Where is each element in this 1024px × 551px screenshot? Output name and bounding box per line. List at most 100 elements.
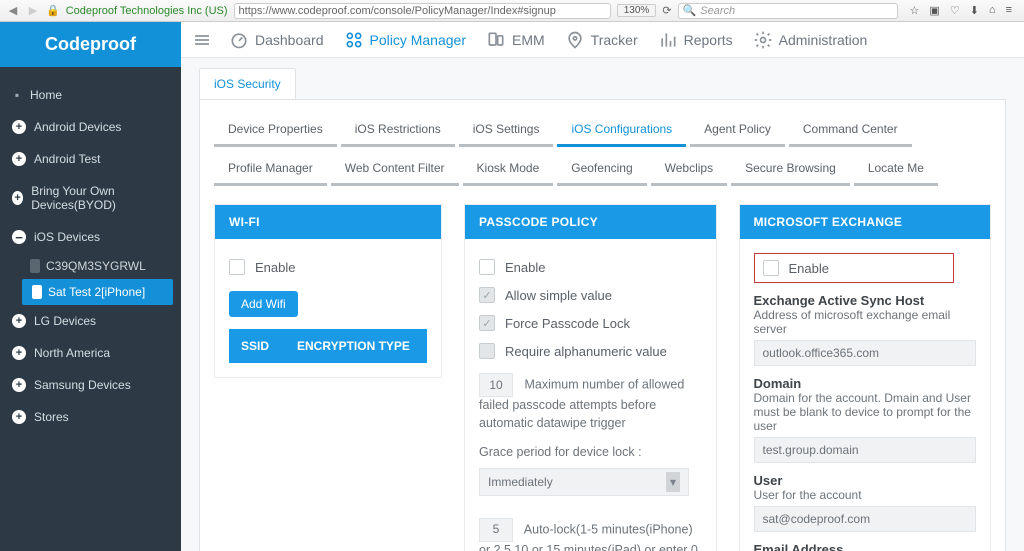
sidebar-item-label: Android Test (34, 152, 101, 166)
autolock-input[interactable]: 5 (479, 518, 513, 542)
gauge-icon (229, 30, 249, 50)
require-alpha-row[interactable]: Require alphanumeric value (479, 337, 702, 365)
checkbox-label: Require alphanumeric value (505, 344, 667, 359)
tab-ios-security[interactable]: iOS Security (199, 68, 296, 99)
nav-label: Reports (684, 32, 733, 48)
allow-simple-row[interactable]: Allow simple value (479, 281, 702, 309)
nav-policy-manager[interactable]: Policy Manager (344, 30, 467, 50)
nav-administration[interactable]: Administration (753, 30, 868, 50)
sidebar-item-label: Samsung Devices (34, 378, 131, 392)
checkbox-label: Enable (255, 260, 295, 275)
panel-body: Enable Exchange Active Sync Host Address… (740, 239, 991, 551)
nav-dashboard[interactable]: Dashboard (229, 30, 324, 50)
passcode-enable-row[interactable]: Enable (479, 253, 702, 281)
sidebar-item-label: iOS Devices (34, 230, 100, 244)
url-bar[interactable]: https://www.codeproof.com/console/Policy… (234, 3, 611, 19)
main: Dashboard Policy Manager EMM Tracker Rep… (181, 22, 1024, 551)
reload-icon[interactable]: ⟳ (662, 4, 671, 17)
devices-icon (486, 30, 506, 50)
sidebar-item-label: Android Devices (34, 120, 121, 134)
content: iOS Security Device Properties iOS Restr… (181, 58, 1024, 551)
col-encryption: ENCRYPTION TYPE (297, 339, 410, 353)
host-input[interactable] (754, 340, 977, 366)
tab-ios-settings[interactable]: iOS Settings (459, 114, 554, 147)
tab-secure-browsing[interactable]: Secure Browsing (731, 153, 850, 186)
sidebar-item-home[interactable]: ▪ Home (0, 79, 181, 111)
checkbox-icon[interactable] (763, 260, 779, 276)
max-failed-input[interactable]: 10 (479, 373, 513, 397)
hamburger-icon[interactable] (195, 35, 209, 45)
checkbox-label: Enable (789, 261, 829, 276)
checkbox-icon[interactable] (479, 343, 495, 359)
sidebar-item-lg[interactable]: + LG Devices (0, 305, 181, 337)
host-label: Exchange Active Sync Host (754, 293, 977, 308)
wifi-enable-row[interactable]: Enable (229, 253, 427, 281)
sidebar-item-na[interactable]: + North America (0, 337, 181, 369)
sidebar-sub-device-1[interactable]: C39QM3SYGRWL (0, 253, 181, 279)
star-icon[interactable]: ☆ (910, 4, 920, 17)
search-placeholder: Search (700, 5, 735, 17)
checkbox-icon[interactable] (229, 259, 245, 275)
nav-reports[interactable]: Reports (658, 30, 733, 50)
tab-webclips[interactable]: Webclips (651, 153, 727, 186)
sidebar-item-android-devices[interactable]: + Android Devices (0, 111, 181, 143)
checkbox-icon[interactable] (479, 259, 495, 275)
autolock-row: 5 Auto-lock(1-5 minutes(iPhone) or 2,5,1… (479, 518, 702, 551)
nav-emm[interactable]: EMM (486, 30, 545, 50)
user-label: User (754, 473, 977, 488)
download-icon[interactable]: ⬇ (970, 4, 979, 17)
zoom-badge[interactable]: 130% (617, 4, 657, 17)
shield-icon[interactable]: ♡ (950, 4, 960, 17)
menu-icon[interactable]: ≡ (1006, 4, 1012, 17)
domain-input[interactable] (754, 437, 977, 463)
tab-web-content-filter[interactable]: Web Content Filter (331, 153, 459, 186)
select-value: Immediately (488, 475, 553, 489)
back-icon[interactable]: ◀ (6, 4, 20, 18)
force-lock-row[interactable]: Force Passcode Lock (479, 309, 702, 337)
grace-select[interactable]: Immediately ▾ (479, 468, 689, 496)
caret-icon: ▪ (12, 88, 22, 102)
tab-ios-configurations[interactable]: iOS Configurations (557, 114, 686, 147)
sidebar: Codeproof ▪ Home + Android Devices + And… (0, 22, 181, 551)
checkbox-icon[interactable] (479, 315, 495, 331)
pin-icon (565, 30, 585, 50)
tab-locate-me[interactable]: Locate Me (854, 153, 938, 186)
checkbox-icon[interactable] (479, 287, 495, 303)
tab-device-properties[interactable]: Device Properties (214, 114, 337, 147)
sidebar-item-label: LG Devices (34, 314, 96, 328)
user-input[interactable] (754, 506, 977, 532)
sidebar-item-samsung[interactable]: + Samsung Devices (0, 369, 181, 401)
tab-geofencing[interactable]: Geofencing (557, 153, 646, 186)
sidebar-sub-label: C39QM3SYGRWL (46, 259, 146, 273)
panel-body: Enable Allow simple value Force Passcode… (465, 239, 716, 551)
plus-icon: + (12, 314, 26, 328)
sidebar-item-label: Bring Your Own Devices(BYOD) (31, 184, 169, 212)
nav-tracker[interactable]: Tracker (565, 30, 638, 50)
exchange-enable-row[interactable]: Enable (763, 260, 945, 276)
phone-icon (32, 285, 42, 299)
sidebar-sub-device-2[interactable]: Sat Test 2[iPhone] (22, 279, 173, 305)
pocket-icon[interactable]: ▣ (929, 4, 939, 17)
sidebar-item-stores[interactable]: + Stores (0, 401, 181, 433)
app-root: Codeproof ▪ Home + Android Devices + And… (0, 22, 1024, 551)
nav-label: Tracker (591, 32, 638, 48)
add-wifi-button[interactable]: Add Wifi (229, 291, 298, 317)
browser-tools: ☆ ▣ ♡ ⬇ ⌂ ≡ (904, 4, 1018, 17)
grace-label: Grace period for device lock : (479, 444, 702, 462)
sidebar-sub-label: Sat Test 2[iPhone] (48, 285, 145, 299)
sidebar-item-byod[interactable]: + Bring Your Own Devices(BYOD) (0, 175, 181, 221)
sidebar-item-ios-devices[interactable]: − iOS Devices (0, 221, 181, 253)
forward-icon[interactable]: ▶ (26, 4, 40, 18)
tab-agent-policy[interactable]: Agent Policy (690, 114, 785, 147)
panel-body: Enable Add Wifi SSID ENCRYPTION TYPE (215, 239, 441, 377)
sidebar-item-android-test[interactable]: + Android Test (0, 143, 181, 175)
browser-search[interactable]: 🔍 Search (678, 3, 898, 19)
user-sub: User for the account (754, 488, 977, 502)
tab-command-center[interactable]: Command Center (789, 114, 912, 147)
tabs-secondary-wrap: Device Properties iOS Restrictions iOS S… (199, 100, 1006, 551)
tab-kiosk-mode[interactable]: Kiosk Mode (463, 153, 554, 186)
home-icon[interactable]: ⌂ (989, 4, 996, 17)
tab-ios-restrictions[interactable]: iOS Restrictions (341, 114, 455, 147)
tab-profile-manager[interactable]: Profile Manager (214, 153, 327, 186)
nav-label: Administration (779, 32, 868, 48)
